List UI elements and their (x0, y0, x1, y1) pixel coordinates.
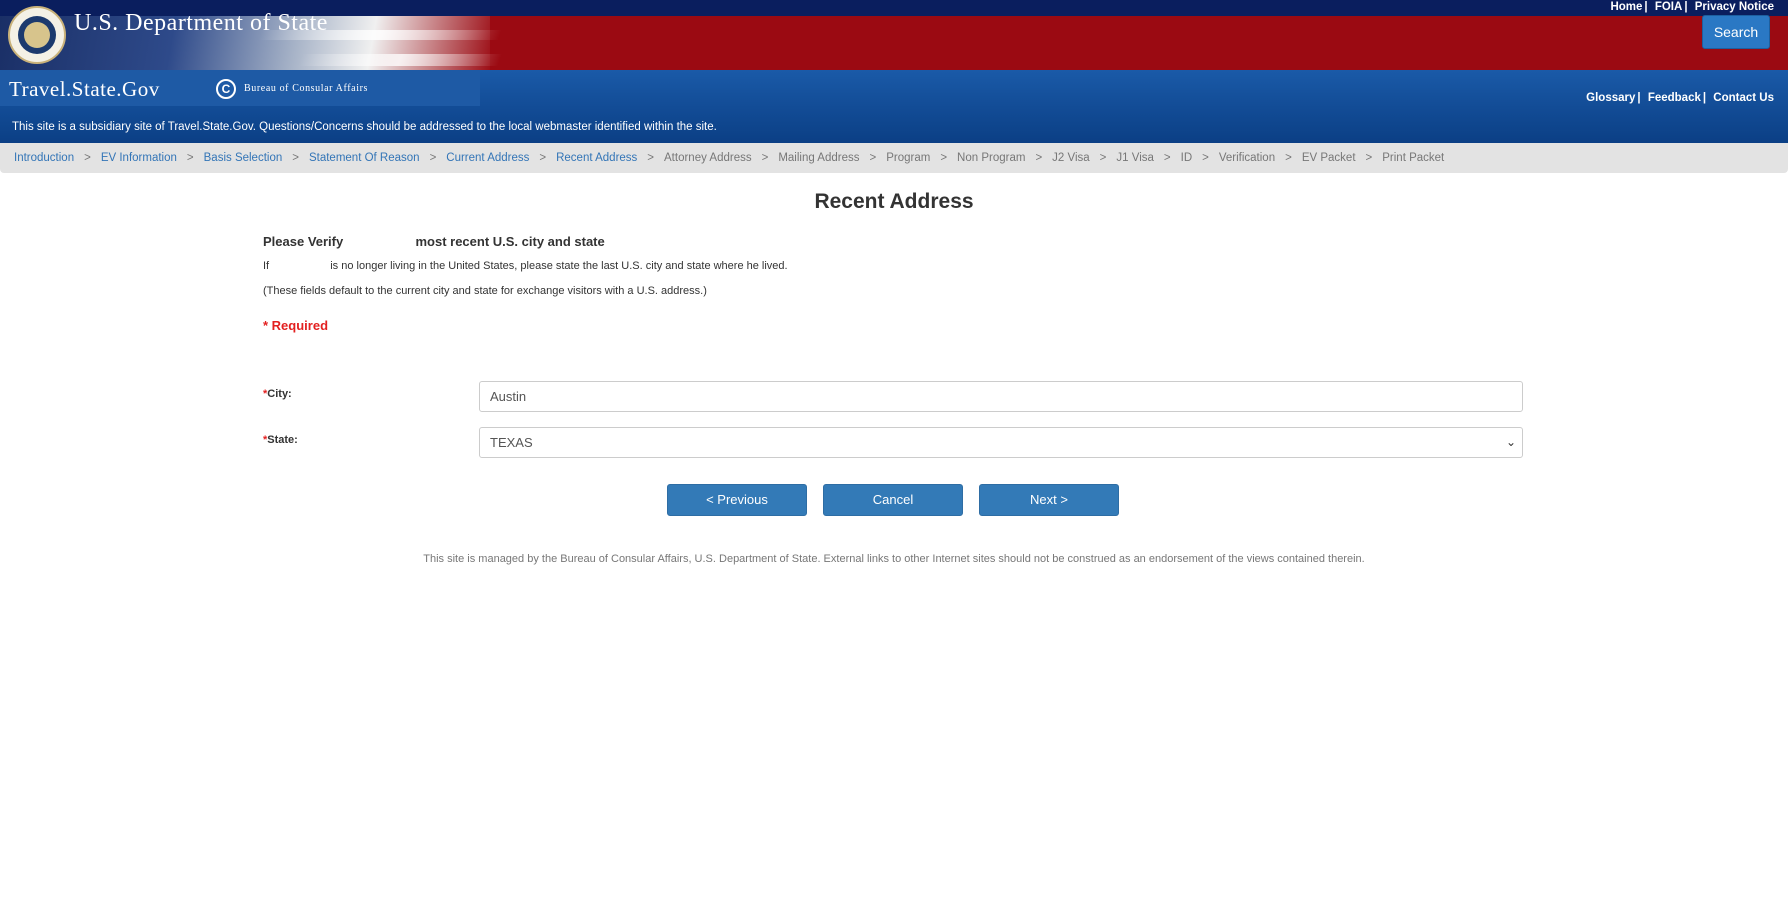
breadcrumb-item-attorney-address: Attorney Address (664, 152, 752, 164)
breadcrumb-item-j2-visa: J2 Visa (1052, 152, 1090, 164)
next-button[interactable]: Next > (979, 484, 1119, 516)
cancel-button[interactable]: Cancel (823, 484, 963, 516)
bureau-name: Bureau of Consular Affairs (244, 83, 369, 94)
state-department-seal-icon[interactable] (8, 6, 66, 64)
breadcrumb-separator: > (940, 152, 948, 164)
feedback-link[interactable]: Feedback (1648, 92, 1701, 104)
breadcrumb: Introduction > EV Information > Basis Select… (0, 143, 1788, 173)
breadcrumb-item-basis-selection[interactable]: Basis Selection (204, 143, 283, 173)
state-select[interactable]: TEXAS ⌄ (479, 427, 1523, 458)
breadcrumb-separator: > (869, 152, 877, 164)
contact-us-link[interactable]: Contact Us (1713, 92, 1774, 104)
breadcrumb-separator: > (429, 152, 437, 164)
subsidiary-notice: This site is a subsidiary site of Travel… (12, 121, 717, 133)
glossary-link[interactable]: Glossary (1586, 92, 1635, 104)
breadcrumb-item-recent-address[interactable]: Recent Address (556, 143, 637, 173)
breadcrumb-separator: > (761, 152, 769, 164)
state-selected-value: TEXAS (490, 435, 533, 450)
breadcrumb-separator: > (647, 152, 655, 164)
foia-link[interactable]: FOIA (1655, 1, 1682, 13)
top-links: Home | FOIA | Privacy Notice (1610, 1, 1774, 13)
breadcrumb-separator: > (1035, 152, 1043, 164)
state-label: *State: (263, 434, 298, 446)
home-link[interactable]: Home (1610, 1, 1642, 13)
site-logo-text[interactable]: Travel.State.Gov (9, 77, 160, 102)
footer-disclaimer: This site is managed by the Bureau of Co… (423, 553, 1365, 565)
utility-links: Glossary | Feedback | Contact Us (1586, 92, 1774, 104)
breadcrumb-item-current-address[interactable]: Current Address (446, 143, 529, 173)
breadcrumb-separator: > (186, 152, 194, 164)
breadcrumb-item-ev-information[interactable]: EV Information (101, 143, 177, 173)
required-legend: * Required (263, 318, 329, 333)
page-title: Recent Address (814, 190, 974, 213)
breadcrumb-item-program: Program (886, 152, 931, 164)
breadcrumb-separator: > (1099, 152, 1107, 164)
breadcrumb-item-mailing-address: Mailing Address (778, 152, 860, 164)
breadcrumb-item-statement-of-reason[interactable]: Statement Of Reason (309, 143, 420, 173)
breadcrumb-separator: > (1202, 152, 1209, 164)
breadcrumb-separator: > (84, 152, 91, 164)
privacy-notice-link[interactable]: Privacy Notice (1695, 1, 1774, 13)
breadcrumb-separator: > (1365, 152, 1373, 164)
breadcrumb-separator: > (539, 152, 547, 164)
breadcrumb-item-introduction[interactable]: Introduction (14, 143, 74, 173)
city-input[interactable]: Austin (479, 381, 1523, 412)
breadcrumb-item-verification: Verification (1218, 152, 1276, 164)
breadcrumb-separator: > (1163, 152, 1171, 164)
breadcrumb-item-non-program: Non Program (957, 152, 1026, 164)
breadcrumb-item-j1-visa: J1 Visa (1116, 152, 1154, 164)
breadcrumb-item-id: ID (1180, 152, 1193, 164)
consular-affairs-c-icon: C (216, 79, 236, 99)
breadcrumb-separator: > (1285, 152, 1292, 164)
department-title[interactable]: U.S. Department of State (74, 10, 328, 37)
search-button[interactable]: Search (1702, 15, 1770, 49)
breadcrumb-item-ev-packet: EV Packet (1301, 152, 1356, 164)
verify-heading: Please Verify most recent U.S. city and … (263, 234, 605, 249)
breadcrumb-item-print-packet: Print Packet (1382, 152, 1445, 164)
note-default-fields: (These fields default to the current cit… (263, 285, 707, 297)
city-label: *City: (263, 388, 292, 400)
breadcrumb-separator: > (292, 152, 299, 164)
chevron-down-icon: ⌄ (1505, 435, 1516, 449)
note-no-longer-living: If is no longer living in the United Sta… (263, 260, 788, 272)
previous-button[interactable]: < Previous (667, 484, 807, 516)
